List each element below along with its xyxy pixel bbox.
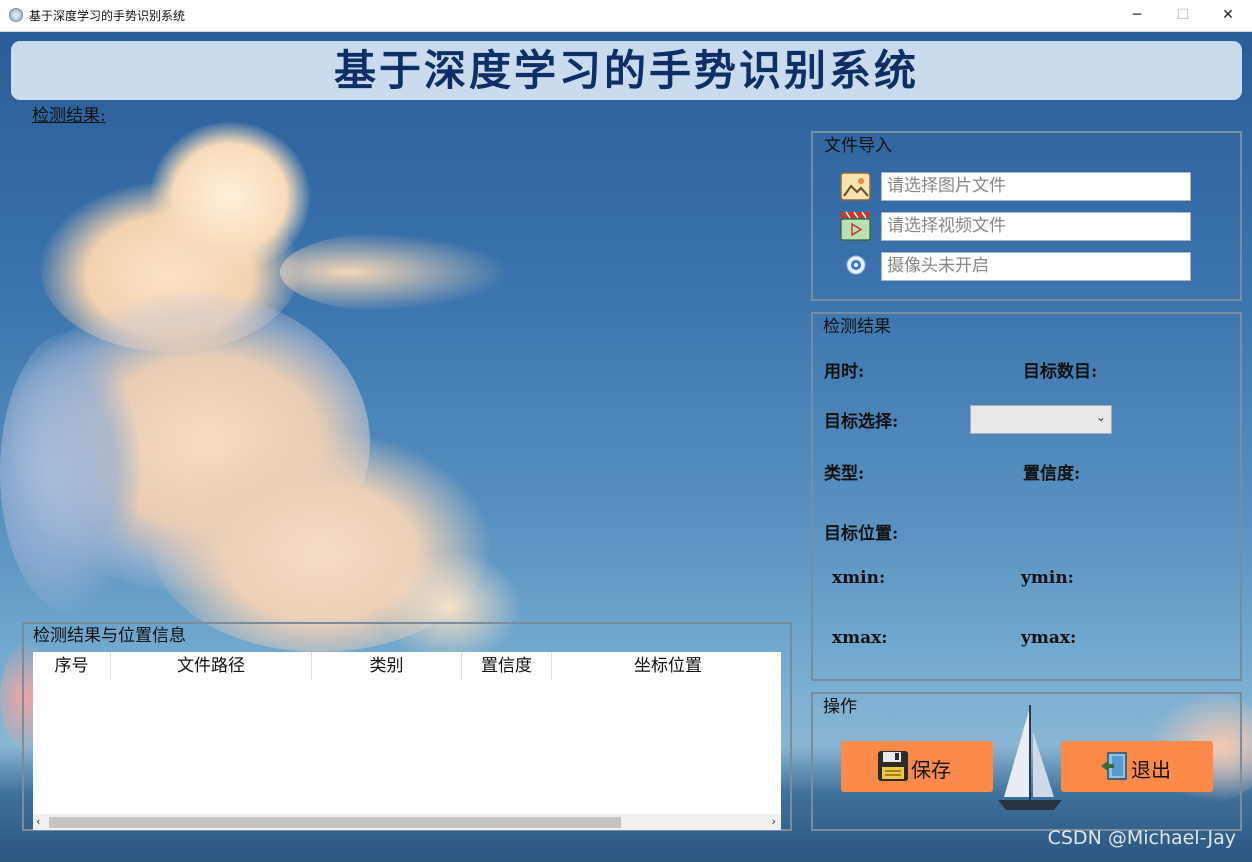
target-select-dropdown[interactable]: ⌄ [970,405,1112,434]
ymax-label: ymax: [1021,628,1077,648]
target-position-label: 目标位置: [824,524,899,544]
scroll-left-icon[interactable]: ‹ [36,814,40,830]
watermark: CSDN @Michael-Jay [1047,827,1236,849]
file-import-title: 文件导入 [824,136,892,156]
floppy-disk-icon [878,751,908,781]
type-label: 类型: [824,464,865,484]
window-titlebar: 基于深度学习的手势识别系统 ─ ☐ ✕ [0,0,1252,32]
app-icon [9,8,23,22]
results-table[interactable]: 序号 文件路径 类别 置信度 坐标位置 ‹ › [33,652,781,830]
operations-title: 操作 [823,697,857,717]
exit-button-label: 退出 [1131,758,1171,782]
preview-area [20,126,790,616]
xmax-label: xmax: [832,628,888,648]
image-icon[interactable] [840,172,872,202]
confidence-label: 置信度: [1023,464,1081,484]
column-header-confidence[interactable]: 置信度 [462,652,552,680]
image-file-field[interactable]: 请选择图片文件 [881,172,1191,201]
column-header-file-path[interactable]: 文件路径 [111,652,312,680]
camera-icon[interactable] [846,255,866,275]
close-button[interactable]: ✕ [1205,0,1251,31]
exit-button[interactable]: 退出 [1061,741,1213,792]
scrollbar-thumb[interactable] [49,817,621,828]
time-label: 用时: [824,362,865,382]
column-header-coordinates[interactable]: 坐标位置 [552,652,784,680]
save-button-label: 保存 [911,758,951,782]
camera-field[interactable]: 摄像头未开启 [881,252,1191,281]
results-table-title: 检测结果与位置信息 [33,626,186,646]
exit-door-icon [1101,752,1127,780]
video-icon[interactable] [840,210,872,242]
chevron-down-icon: ⌄ [1095,410,1106,424]
scroll-right-icon[interactable]: › [772,814,776,830]
target-select-label: 目标选择: [824,412,899,432]
detection-result-title: 检测结果 [823,317,891,337]
window-title: 基于深度学习的手势识别系统 [29,9,186,23]
app-header: 基于深度学习的手势识别系统 [11,41,1242,100]
maximize-button[interactable]: ☐ [1160,0,1206,31]
preview-label: 检测结果: [32,106,106,126]
minimize-button[interactable]: ─ [1114,0,1160,31]
save-button[interactable]: 保存 [841,741,993,792]
ymin-label: ymin: [1021,568,1074,588]
video-file-field[interactable]: 请选择视频文件 [881,212,1191,241]
page-title: 基于深度学习的手势识别系统 [333,46,919,95]
column-header-index[interactable]: 序号 [33,652,111,680]
column-header-class[interactable]: 类别 [312,652,462,680]
xmin-label: xmin: [832,568,886,588]
horizontal-scrollbar[interactable]: ‹ › [33,814,781,830]
count-label: 目标数目: [1023,362,1098,382]
